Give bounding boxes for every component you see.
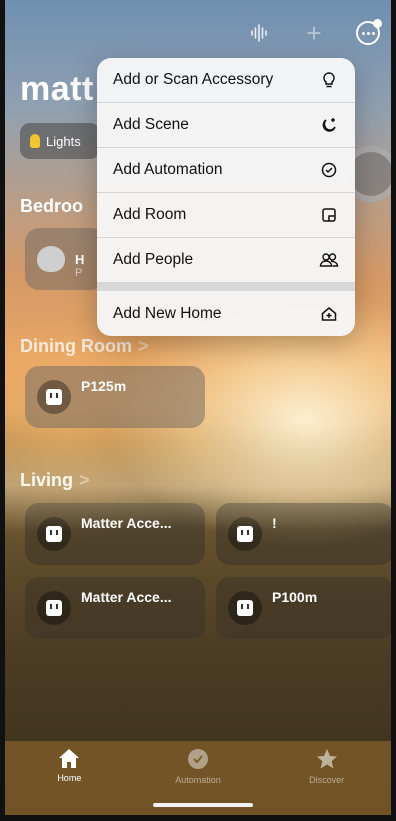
menu-item-add-new-home[interactable]: Add New Home <box>97 291 355 336</box>
lights-chip[interactable]: Lights <box>20 123 100 159</box>
star-icon <box>316 749 337 769</box>
top-actions: + <box>247 19 382 46</box>
bedroom-speaker-tile[interactable]: H P <box>25 228 105 290</box>
outlet-icon-wrap <box>228 591 262 625</box>
home-screen: + matt Lights Bedroo H P Dining Room > P… <box>0 0 396 821</box>
outlet-icon <box>46 526 62 542</box>
chevron-right-icon: > <box>79 470 90 490</box>
outlet-icon-wrap <box>37 380 71 414</box>
menu-item-add-automation[interactable]: Add Automation <box>97 148 355 193</box>
more-button[interactable] <box>355 19 382 46</box>
tile-name: Matter Acce... <box>81 515 172 531</box>
house-plus-icon <box>319 304 339 324</box>
menu-item-add-or-scan-accessory[interactable]: Add or Scan Accessory <box>97 58 355 103</box>
chevron-right-icon: > <box>137 336 149 356</box>
menu-item-label: Add People <box>113 251 194 268</box>
accessory-tile[interactable]: Matter Acce... <box>25 577 205 639</box>
menu-separator <box>97 283 355 291</box>
outlet-icon-wrap <box>37 517 71 551</box>
tile-name: ! <box>272 515 277 531</box>
outlet-icon-wrap <box>37 591 71 625</box>
section-living-label: Living <box>20 470 73 490</box>
menu-item-label: Add Automation <box>113 161 223 178</box>
accessory-tile[interactable]: P100m <box>216 577 391 639</box>
tab-label: Home <box>57 773 82 783</box>
lightbulb-icon <box>30 134 40 148</box>
voice-waveform-icon[interactable] <box>247 20 273 46</box>
clock-check-icon <box>319 160 339 180</box>
tab-home[interactable]: Home <box>19 747 119 815</box>
tab-label: Automation <box>175 775 221 785</box>
menu-item-add-scene[interactable]: Add Scene <box>97 103 355 148</box>
section-title-living[interactable]: Living > <box>20 470 90 491</box>
menu-item-label: Add New Home <box>113 304 222 322</box>
homepod-icon <box>37 246 65 272</box>
menu-item-label: Add Room <box>113 206 187 223</box>
menu-item-label: Add or Scan Accessory <box>113 71 274 88</box>
section-bedroom-label: Bedroo <box>20 196 83 216</box>
tile-name: H <box>75 251 85 267</box>
lightbulb-icon <box>319 70 339 90</box>
more-icon <box>356 19 382 45</box>
outlet-icon <box>237 526 253 542</box>
tile-status: P <box>75 266 83 279</box>
tile-name: P125m <box>81 378 127 394</box>
accessory-tile[interactable]: P125m <box>25 366 205 428</box>
accessory-tile[interactable]: ! <box>216 503 391 565</box>
add-icon[interactable]: + <box>301 20 327 46</box>
section-dining-label: Dining Room <box>20 336 132 356</box>
menu-item-add-people[interactable]: Add People <box>97 238 355 283</box>
tile-name: P100m <box>272 589 318 605</box>
section-title-bedroom[interactable]: Bedroo <box>20 196 83 217</box>
outlet-icon <box>46 389 62 405</box>
home-title: matt <box>20 70 94 108</box>
clock-icon <box>187 749 208 769</box>
room-icon <box>319 205 339 225</box>
section-title-dining-room[interactable]: Dining Room > <box>20 336 149 357</box>
outlet-icon <box>237 600 253 616</box>
lights-chip-label: Lights <box>46 133 81 149</box>
people-icon <box>319 250 339 270</box>
moon-plus-icon <box>319 115 339 135</box>
tab-label: Discover <box>309 775 345 785</box>
accessory-tile[interactable]: Matter Acce... <box>25 503 205 565</box>
add-menu: Add or Scan Accessory Add Scene Add Auto… <box>97 58 355 336</box>
menu-item-label: Add Scene <box>113 116 189 133</box>
tab-discover[interactable]: Discover <box>277 747 377 815</box>
menu-item-add-room[interactable]: Add Room <box>97 193 355 238</box>
outlet-icon-wrap <box>228 517 262 551</box>
house-icon <box>59 749 80 768</box>
outlet-icon <box>46 600 62 616</box>
home-indicator[interactable] <box>153 803 253 807</box>
tile-name: Matter Acce... <box>81 589 172 605</box>
